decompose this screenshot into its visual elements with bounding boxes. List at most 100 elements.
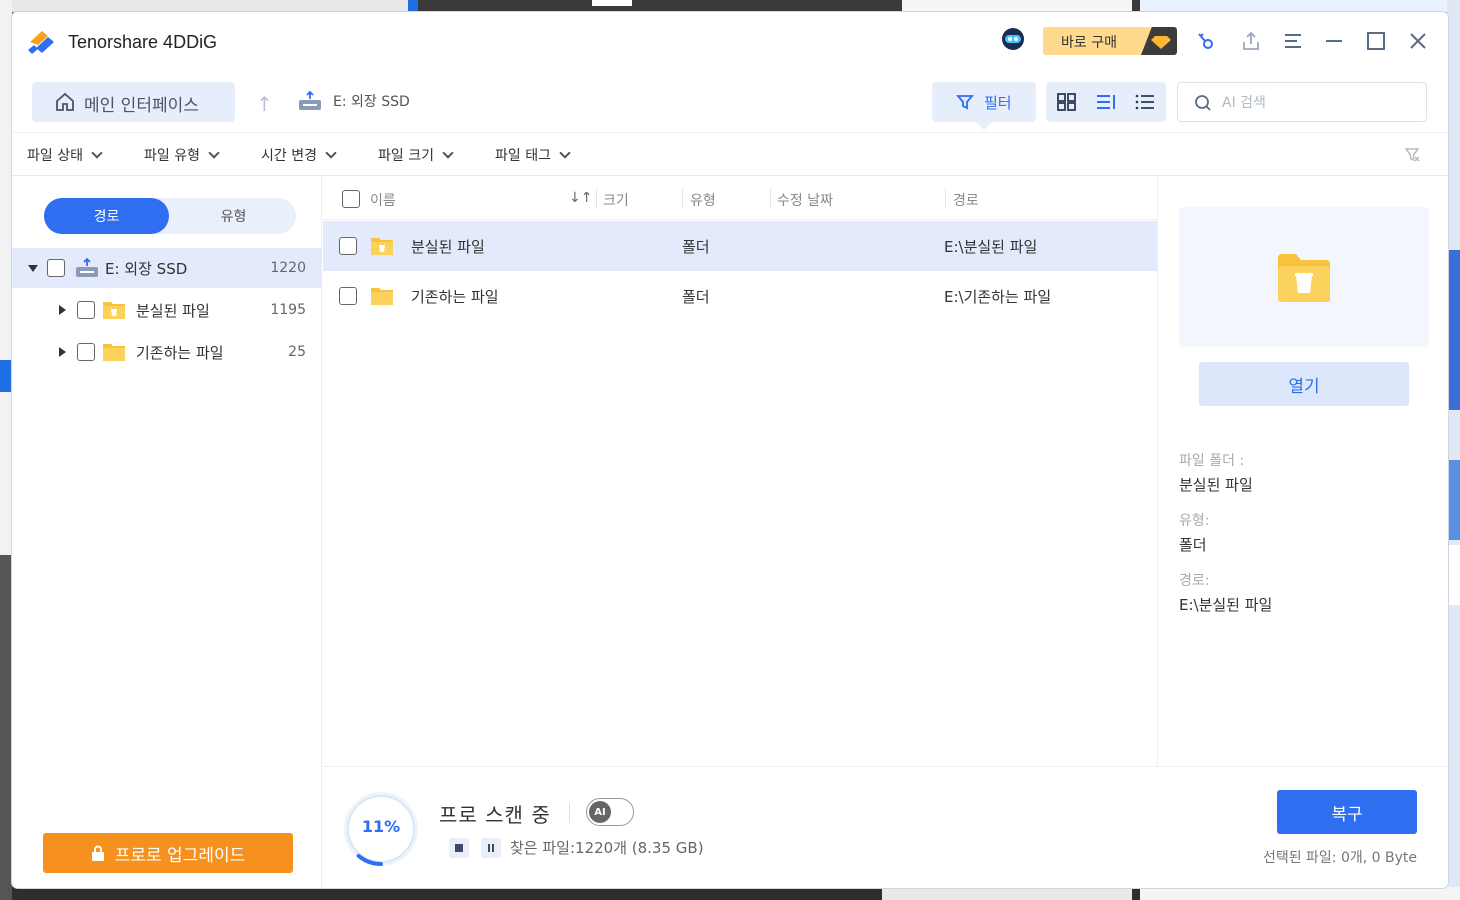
row-path: E:\기존하는 파일 (944, 288, 1052, 306)
up-arrow-icon[interactable]: ↑ (256, 92, 273, 116)
pause-icon (488, 844, 494, 852)
row-name: 분실된 파일 (411, 238, 485, 256)
collapse-arrow-icon[interactable] (28, 265, 38, 272)
filter-time-dropdown[interactable]: 시간 변경 (261, 145, 337, 165)
lock-icon (91, 845, 104, 861)
column-header-modified[interactable]: 수정 날짜 (777, 190, 833, 210)
filter-button-label: 필터 (984, 94, 1012, 112)
tree-checkbox[interactable] (47, 259, 65, 277)
close-icon[interactable] (1405, 28, 1431, 54)
maximize-icon[interactable] (1363, 28, 1389, 54)
view-segment-control: 경로 유형 (44, 198, 296, 234)
filter-button[interactable]: 필터 (932, 82, 1036, 130)
diamond-icon (1141, 27, 1177, 55)
file-table: 이름 ↓↑ 크기 유형 수정 날짜 경로 분실된 파일 폴더 E:\분실된 파일… (323, 176, 1157, 766)
background-desktop-top (12, 0, 1460, 12)
recover-button[interactable]: 복구 (1277, 790, 1417, 834)
lost-folder-icon (1278, 254, 1330, 302)
status-bar: 11% 프로 스캔 중 AI 찾은 파일:1220개 (8.35 GB) 복구 … (323, 766, 1448, 888)
column-header-type[interactable]: 유형 (690, 190, 716, 210)
tree-item-drive[interactable]: E: 외장 SSD 1220 (12, 248, 322, 288)
found-files-text: 찾은 파일:1220개 (8.35 GB) (510, 839, 704, 857)
search-box[interactable] (1177, 82, 1427, 122)
home-button[interactable]: 메인 인터페이스 (32, 82, 235, 122)
tree-item-count: 1195 (270, 302, 306, 318)
tree-checkbox[interactable] (77, 301, 95, 319)
chevron-down-icon (91, 146, 103, 159)
title-bar: Tenorshare 4DDiG 바로 구매 (12, 12, 1448, 70)
row-checkbox[interactable] (339, 287, 357, 305)
view-mode-group (1046, 82, 1166, 122)
lost-folder-icon (371, 238, 393, 255)
navigation-bar: 메인 인터페이스 ↑ E: 외장 SSD 필터 (12, 70, 1448, 132)
app-logo-icon (28, 31, 54, 54)
buy-now-label: 바로 구매 (1061, 35, 1117, 51)
folder-icon (103, 344, 125, 361)
tree-item-count: 1220 (270, 260, 306, 276)
filter-file-size-dropdown[interactable]: 파일 크기 (378, 145, 454, 165)
select-all-checkbox[interactable] (342, 190, 360, 208)
detail-view-icon[interactable] (1095, 92, 1117, 112)
tab-path[interactable]: 경로 (44, 198, 169, 234)
search-input[interactable] (1222, 92, 1412, 114)
clear-filter-icon[interactable] (1404, 147, 1420, 163)
pause-button[interactable] (481, 838, 501, 858)
sort-icon[interactable]: ↓↑ (569, 190, 592, 206)
menu-icon[interactable] (1280, 28, 1306, 54)
tab-type[interactable]: 유형 (171, 198, 296, 234)
tree-item-count: 25 (288, 344, 306, 360)
table-row[interactable]: 분실된 파일 폴더 E:\분실된 파일 (323, 221, 1157, 271)
expand-arrow-icon[interactable] (59, 347, 66, 357)
row-type: 폴더 (682, 288, 710, 306)
stop-icon (455, 844, 463, 852)
background-desktop-right (1447, 0, 1460, 900)
chevron-down-icon (325, 146, 337, 159)
minimize-icon[interactable] (1321, 28, 1347, 54)
filter-bar: 파일 상태 파일 유형 시간 변경 파일 크기 파일 태그 (12, 132, 1448, 176)
filter-file-type-label: 파일 유형 (144, 148, 200, 164)
filter-file-tag-label: 파일 태그 (495, 148, 551, 164)
list-view-icon[interactable] (1134, 92, 1156, 112)
grid-view-icon[interactable] (1056, 92, 1078, 112)
upgrade-button-label: 프로로 업그레이드 (114, 845, 246, 866)
breadcrumb[interactable]: E: 외장 SSD (297, 90, 410, 112)
scan-mode-label: 프로 스캔 중 (439, 803, 551, 827)
filter-file-type-dropdown[interactable]: 파일 유형 (144, 145, 220, 165)
row-checkbox[interactable] (339, 237, 357, 255)
selected-files-info: 선택된 파일: 0개, 0 Byte (1262, 850, 1417, 866)
app-title: Tenorshare 4DDiG (68, 32, 218, 52)
filter-file-tag-dropdown[interactable]: 파일 태그 (495, 145, 571, 165)
ai-toggle[interactable]: AI (586, 798, 634, 826)
tree-item-lost-files[interactable]: 분실된 파일 1195 (12, 290, 322, 330)
tree-item-existing-files[interactable]: 기존하는 파일 25 (12, 332, 322, 372)
scan-progress: 11% (341, 789, 421, 869)
background-desktop-bottom (12, 887, 1460, 900)
filter-file-status-dropdown[interactable]: 파일 상태 (27, 145, 103, 165)
expand-arrow-icon[interactable] (59, 305, 66, 315)
column-header-path[interactable]: 경로 (953, 190, 979, 210)
column-header-name[interactable]: 이름 (370, 190, 396, 210)
detail-type-label: 유형: (1179, 513, 1210, 529)
share-icon[interactable] (1238, 28, 1264, 54)
chevron-down-icon (559, 146, 571, 159)
stop-button[interactable] (449, 838, 469, 858)
column-header-size[interactable]: 크기 (603, 190, 629, 210)
ai-assistant-icon[interactable] (998, 27, 1028, 51)
tree-item-label: 분실된 파일 (136, 301, 210, 320)
table-row[interactable]: 기존하는 파일 폴더 E:\기존하는 파일 (323, 271, 1157, 321)
detail-folder-value: 분실된 파일 (1179, 476, 1253, 494)
filter-file-status-label: 파일 상태 (27, 148, 83, 164)
chevron-down-icon (208, 146, 220, 159)
filter-file-size-label: 파일 크기 (378, 148, 434, 164)
row-path: E:\분실된 파일 (944, 238, 1038, 256)
home-icon (56, 92, 74, 111)
detail-path-value: E:\분실된 파일 (1179, 596, 1273, 614)
upgrade-button[interactable]: 프로로 업그레이드 (43, 833, 293, 873)
key-icon[interactable] (1192, 28, 1218, 54)
ai-icon: AI (589, 801, 611, 823)
open-button[interactable]: 열기 (1199, 362, 1409, 406)
tree-item-label: E: 외장 SSD (105, 259, 188, 278)
buy-now-button[interactable]: 바로 구매 (1043, 27, 1177, 55)
detail-folder-label: 파일 폴더 : (1179, 453, 1245, 469)
tree-checkbox[interactable] (77, 343, 95, 361)
